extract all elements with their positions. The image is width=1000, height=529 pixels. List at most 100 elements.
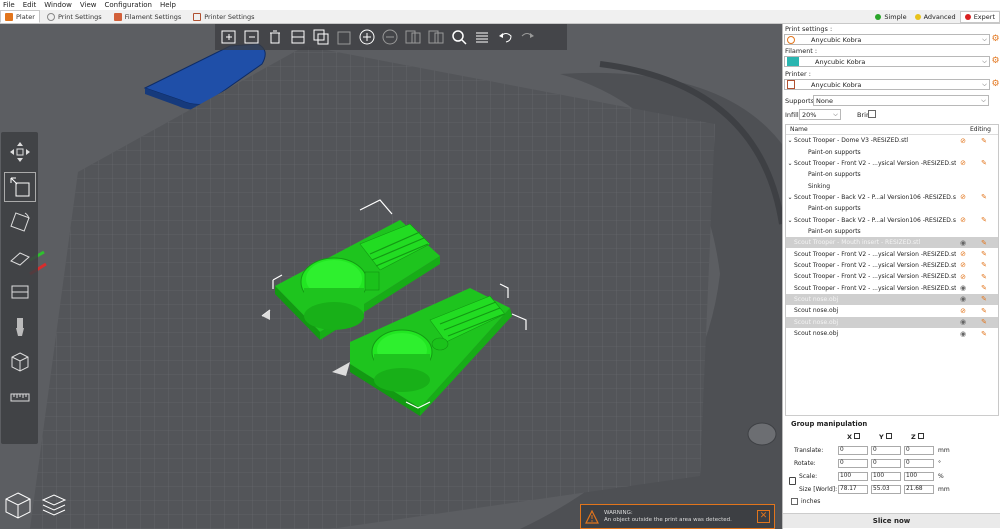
- object-sub-item[interactable]: Paint-on supports: [786, 146, 998, 157]
- printer-gear-icon[interactable]: ⚙: [991, 80, 1000, 89]
- infill-combo[interactable]: 20% ⌵: [799, 109, 841, 120]
- eye-slash-icon[interactable]: ⊘: [956, 250, 970, 258]
- rotate-tool-button[interactable]: [4, 207, 36, 237]
- object-sub-item[interactable]: Sinking: [786, 180, 998, 191]
- split-parts-button[interactable]: [426, 27, 446, 47]
- slice-now-button[interactable]: Slice now: [783, 513, 1000, 528]
- place-on-face-button[interactable]: [4, 242, 36, 272]
- scale-y-input[interactable]: 100: [871, 472, 901, 481]
- eye-slash-icon[interactable]: ⊘: [956, 261, 970, 269]
- eye-icon[interactable]: ◉: [956, 239, 970, 247]
- paint-supports-button[interactable]: [4, 312, 36, 342]
- copy-button[interactable]: [311, 27, 331, 47]
- add-instance-button[interactable]: [357, 27, 377, 47]
- tab-plater[interactable]: Plater: [0, 10, 40, 23]
- object-list-item[interactable]: Scout nose.obj ◉ ✎: [786, 328, 998, 339]
- rotate-x-input[interactable]: 0: [838, 459, 868, 468]
- redo-button[interactable]: [518, 27, 538, 47]
- object-list-item[interactable]: ⌄ Scout Trooper - Back V2 - P...al Versio…: [786, 192, 998, 203]
- layers-button[interactable]: [472, 27, 492, 47]
- edit-icon[interactable]: ✎: [970, 307, 998, 315]
- scene-canvas[interactable]: [0, 24, 782, 529]
- printer-combo[interactable]: Anycubic Kobra ⌵: [784, 79, 990, 90]
- menu-help[interactable]: Help: [160, 1, 176, 9]
- warning-close-button[interactable]: ✕: [757, 510, 770, 523]
- remove-instance-button[interactable]: [380, 27, 400, 47]
- object-list-item[interactable]: Scout nose.obj ⊘ ✎: [786, 305, 998, 316]
- object-list-item[interactable]: ⌄ Scout Trooper - Dome V3 -RESIZED.stl ⊘ ✎: [786, 135, 998, 146]
- filament-gear-icon[interactable]: ⚙: [991, 57, 1000, 66]
- scale-tool-button[interactable]: [3, 172, 36, 202]
- scale-z-input[interactable]: 100: [904, 472, 934, 481]
- search-button[interactable]: [449, 27, 469, 47]
- size-x-input[interactable]: 78.17: [838, 485, 868, 494]
- expand-arrow-icon[interactable]: ⌄: [786, 160, 794, 167]
- size-y-input[interactable]: 55.03: [871, 485, 901, 494]
- seam-painting-button[interactable]: [4, 347, 36, 377]
- edit-icon[interactable]: ✎: [970, 216, 998, 224]
- translate-y-input[interactable]: 0: [871, 446, 901, 455]
- supports-combo[interactable]: None ⌵: [813, 95, 989, 106]
- move-tool-button[interactable]: [4, 137, 36, 167]
- preview-button[interactable]: [37, 488, 71, 522]
- eye-icon[interactable]: ◉: [956, 295, 970, 303]
- eye-icon[interactable]: ◉: [956, 284, 970, 292]
- print-settings-gear-icon[interactable]: ⚙: [991, 35, 1000, 44]
- eye-slash-icon[interactable]: ⊘: [956, 159, 970, 167]
- eye-slash-icon[interactable]: ⊘: [956, 216, 970, 224]
- object-sub-item[interactable]: Paint-on supports: [786, 203, 998, 214]
- translate-z-input[interactable]: 0: [904, 446, 934, 455]
- measure-tool-button[interactable]: [4, 382, 36, 412]
- edit-icon[interactable]: ✎: [970, 239, 998, 247]
- cut-tool-button[interactable]: [4, 277, 36, 307]
- mode-advanced[interactable]: Advanced: [911, 11, 960, 23]
- object-list-item[interactable]: ⌄ Scout Trooper - Front V2 - ...ysical Ve…: [786, 158, 998, 169]
- object-list-item[interactable]: Scout Trooper - Mouth insert - RESIZED.s…: [786, 237, 998, 249]
- eye-icon[interactable]: ◉: [956, 318, 970, 326]
- translate-x-input[interactable]: 0: [838, 446, 868, 455]
- filament-combo[interactable]: Anycubic Kobra ⌵: [784, 56, 990, 67]
- menu-file[interactable]: File: [3, 1, 15, 9]
- undo-button[interactable]: [495, 27, 515, 47]
- delete-button[interactable]: [242, 27, 262, 47]
- print-settings-combo[interactable]: Anycubic Kobra ⌵: [784, 34, 990, 45]
- expand-arrow-icon[interactable]: ⌄: [786, 194, 794, 201]
- rotate-z-input[interactable]: 0: [904, 459, 934, 468]
- add-object-button[interactable]: [219, 27, 239, 47]
- tab-print-settings[interactable]: Print Settings: [42, 10, 107, 23]
- edit-icon[interactable]: ✎: [970, 250, 998, 258]
- object-list-item[interactable]: Scout nose.obj ◉ ✎: [786, 316, 998, 328]
- arrange-button[interactable]: [288, 27, 308, 47]
- object-list-item[interactable]: Scout Trooper - Front V2 - ...ysical Ver…: [786, 248, 998, 259]
- object-sub-item[interactable]: Paint-on supports: [786, 169, 998, 180]
- size-z-input[interactable]: 21.68: [904, 485, 934, 494]
- edit-icon[interactable]: ✎: [970, 330, 998, 338]
- paste-button[interactable]: [334, 27, 354, 47]
- delete-all-button[interactable]: [265, 27, 285, 47]
- eye-slash-icon[interactable]: ⊘: [956, 193, 970, 201]
- edit-icon[interactable]: ✎: [970, 295, 998, 303]
- rotate-y-input[interactable]: 0: [871, 459, 901, 468]
- object-list-item[interactable]: Scout nose.obj ◉ ✎: [786, 293, 998, 306]
- mode-simple[interactable]: Simple: [871, 11, 910, 23]
- 3d-viewport[interactable]: WARNING: An object outside the print are…: [0, 24, 782, 529]
- expand-arrow-icon[interactable]: ⌄: [786, 137, 794, 144]
- edit-icon[interactable]: ✎: [970, 261, 998, 269]
- split-objects-button[interactable]: [403, 27, 423, 47]
- object-sub-item[interactable]: Paint-on supports: [786, 226, 998, 237]
- expand-arrow-icon[interactable]: ⌄: [786, 217, 794, 224]
- menu-window[interactable]: Window: [44, 1, 72, 9]
- inches-checkbox[interactable]: [791, 498, 798, 505]
- eye-slash-icon[interactable]: ⊘: [956, 137, 970, 145]
- eye-icon[interactable]: ◉: [956, 330, 970, 338]
- tab-printer-settings[interactable]: Printer Settings: [188, 10, 259, 23]
- menu-view[interactable]: View: [80, 1, 97, 9]
- edit-icon[interactable]: ✎: [970, 273, 998, 281]
- scale-x-input[interactable]: 100: [838, 472, 868, 481]
- edit-icon[interactable]: ✎: [970, 193, 998, 201]
- object-list-item[interactable]: Scout Trooper - Front V2 - ...ysical Ver…: [786, 282, 998, 293]
- eye-slash-icon[interactable]: ⊘: [956, 307, 970, 315]
- edit-icon[interactable]: ✎: [970, 137, 998, 145]
- lock-icon[interactable]: [789, 477, 796, 485]
- mode-expert[interactable]: Expert: [959, 10, 1000, 23]
